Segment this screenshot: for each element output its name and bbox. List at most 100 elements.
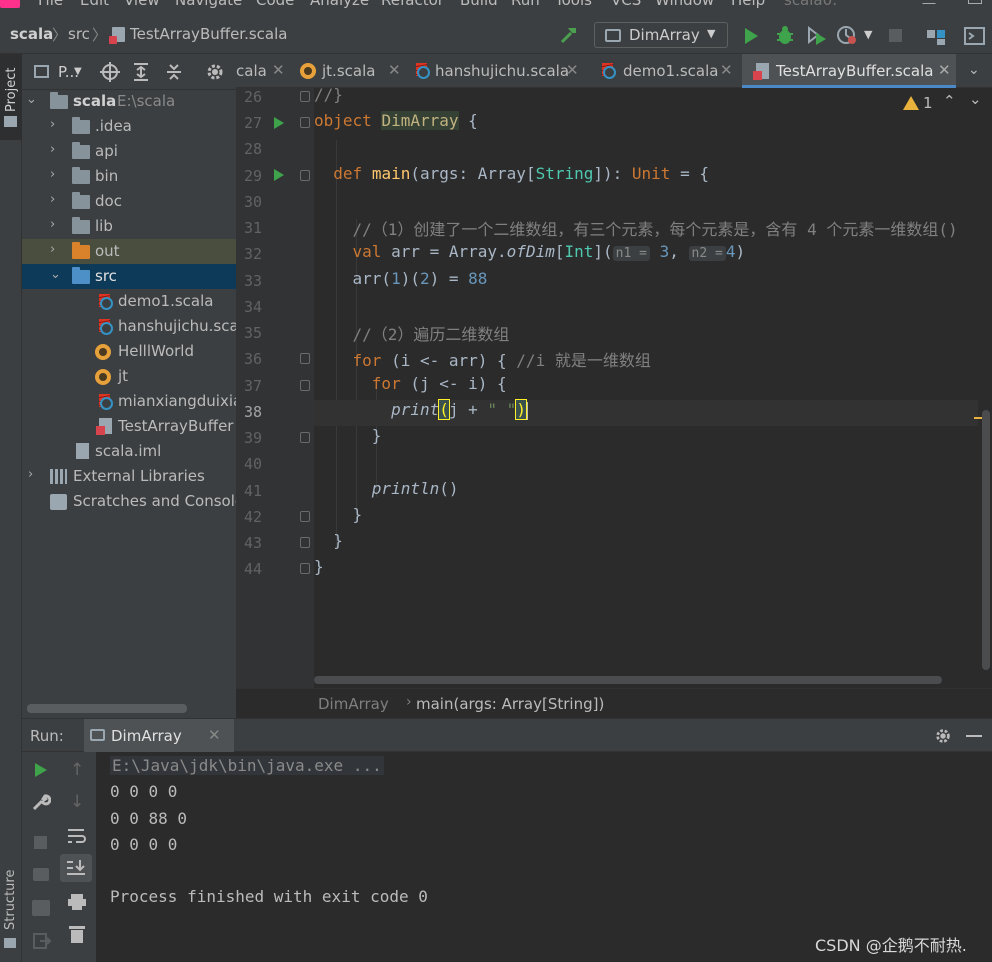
menu-build[interactable]: Build xyxy=(460,0,498,9)
breadcrumb-project[interactable]: scala xyxy=(10,25,53,43)
maximize-icon[interactable] xyxy=(968,0,982,4)
chevron-up-icon[interactable]: ⌃ xyxy=(943,92,956,110)
chevron-right-icon[interactable]: › xyxy=(50,192,55,207)
tab-partial[interactable]: cala ✕ xyxy=(236,54,292,88)
tree-item[interactable]: › bin xyxy=(22,164,236,189)
tree-item[interactable]: TestArrayBuffer xyxy=(22,414,236,439)
breadcrumb-method[interactable]: main(args: Array[String]) xyxy=(416,695,604,713)
build-hammer-icon[interactable] xyxy=(558,24,580,46)
fold-marker-icon[interactable] xyxy=(300,170,310,181)
run-console[interactable]: E:\Java\jdk\bin\java.exe ... 0 0 0 0 0 0… xyxy=(96,752,992,962)
fold-marker-icon[interactable] xyxy=(300,563,310,574)
trash-icon[interactable] xyxy=(68,924,86,944)
run-gutter-icon[interactable] xyxy=(274,117,284,129)
fold-marker-icon[interactable] xyxy=(300,432,310,443)
tree-item[interactable]: HelllWorld xyxy=(22,339,236,364)
run-configuration-dropdown[interactable]: DimArray ▼ xyxy=(594,22,728,48)
expand-all-icon[interactable] xyxy=(132,62,150,82)
chevron-right-icon[interactable]: › xyxy=(50,242,55,257)
fold-marker-icon[interactable] xyxy=(300,537,310,548)
project-structure-icon[interactable] xyxy=(926,26,948,46)
tree-item[interactable]: mianxiangduixia xyxy=(22,389,236,414)
profiler-icon[interactable] xyxy=(836,24,858,46)
menu-refactor[interactable]: Refactor xyxy=(381,0,444,9)
editor-vertical-scrollbar[interactable] xyxy=(982,410,990,670)
chevron-down-icon[interactable]: ⌄ xyxy=(968,62,980,78)
breadcrumb-folder[interactable]: src xyxy=(68,25,90,43)
fold-marker-icon[interactable] xyxy=(300,380,310,391)
chevron-right-icon[interactable]: › xyxy=(50,167,55,182)
tree-item[interactable]: scala.iml xyxy=(22,439,236,464)
chevron-right-icon[interactable]: › xyxy=(50,117,55,132)
tree-item[interactable]: › doc xyxy=(22,189,236,214)
fold-marker-icon[interactable] xyxy=(300,353,310,364)
tree-item[interactable]: jt xyxy=(22,364,236,389)
close-icon[interactable]: ✕ xyxy=(720,61,733,79)
run-gutter-icon[interactable] xyxy=(274,169,284,181)
print-icon[interactable] xyxy=(66,892,88,912)
chevron-down-icon[interactable]: ⌄ xyxy=(50,267,61,282)
stop-icon[interactable] xyxy=(34,836,47,849)
fold-marker-icon[interactable] xyxy=(300,511,310,522)
chevron-down-icon[interactable]: ▼ xyxy=(74,66,82,77)
run-icon[interactable] xyxy=(743,27,759,45)
collapse-all-icon[interactable] xyxy=(165,62,183,82)
stop-icon[interactable] xyxy=(889,29,902,42)
close-icon[interactable]: ✕ xyxy=(566,61,579,79)
wrench-icon[interactable] xyxy=(31,792,51,812)
tab-testarraybuffer-active[interactable]: TestArrayBuffer.scala ✕ xyxy=(742,54,956,88)
breadcrumb-object[interactable]: DimArray xyxy=(318,695,389,713)
tree-item[interactable]: › .idea xyxy=(22,114,236,139)
close-icon[interactable]: ✕ xyxy=(208,726,221,744)
tab-jt[interactable]: jt.scala ✕ xyxy=(296,54,406,88)
camera-icon[interactable] xyxy=(33,868,49,881)
tree-item-src-selected[interactable]: ⌄ src xyxy=(22,264,236,289)
arrow-down-icon[interactable]: ↓ xyxy=(70,792,84,812)
fold-marker-icon[interactable] xyxy=(300,91,310,102)
settings-restore-icon[interactable] xyxy=(32,900,50,916)
locate-icon[interactable] xyxy=(100,62,120,82)
tree-item[interactable]: › api xyxy=(22,139,236,164)
menu-window[interactable]: Window xyxy=(655,0,714,9)
tab-demo1[interactable]: demo1.scala ✕ xyxy=(594,54,740,88)
project-panel-scrollbar[interactable] xyxy=(27,704,187,713)
chevron-right-icon[interactable]: › xyxy=(50,142,55,157)
chevron-right-icon[interactable]: › xyxy=(28,467,33,482)
menu-navigate[interactable]: Navigate xyxy=(175,0,242,9)
code-editor[interactable]: //} object DimArray { def main(args: Arr… xyxy=(314,88,978,678)
menu-help[interactable]: Help xyxy=(731,0,765,9)
exit-icon[interactable] xyxy=(32,932,52,950)
project-tool-window-tab[interactable]: Project xyxy=(0,54,22,140)
gear-icon[interactable] xyxy=(205,62,225,82)
menu-view[interactable]: View xyxy=(124,0,160,9)
run-with-coverage-icon[interactable] xyxy=(806,25,828,45)
fold-marker-icon[interactable] xyxy=(300,117,310,128)
tree-item[interactable]: › External Libraries xyxy=(22,464,236,489)
hide-panel-icon[interactable] xyxy=(966,735,982,737)
tab-hanshujichu[interactable]: hanshujichu.scala ✕ xyxy=(408,54,588,88)
menu-tools[interactable]: Tools xyxy=(555,0,592,9)
chevron-down-icon[interactable]: ▼ xyxy=(864,28,872,41)
tree-item[interactable]: demo1.scala xyxy=(22,289,236,314)
menu-edit[interactable]: Edit xyxy=(80,0,109,9)
tree-root-scala[interactable]: ⌄ scala E:\scala xyxy=(22,89,236,114)
menu-analyze[interactable]: Analyze xyxy=(310,0,369,9)
chevron-right-icon[interactable]: › xyxy=(50,217,55,232)
menu-file[interactable]: File xyxy=(38,0,63,9)
chevron-down-icon[interactable]: ⌄ xyxy=(26,92,37,107)
tree-item[interactable]: › lib xyxy=(22,214,236,239)
breadcrumb-file[interactable]: TestArrayBuffer.scala xyxy=(130,25,287,43)
chevron-down-icon[interactable]: ⌄ xyxy=(969,90,982,108)
close-icon[interactable]: ✕ xyxy=(388,61,401,79)
rerun-icon[interactable] xyxy=(34,762,48,778)
tree-item-out[interactable]: › out xyxy=(22,239,236,264)
menu-run[interactable]: Run xyxy=(511,0,540,9)
terminal-icon[interactable] xyxy=(964,26,986,46)
close-icon[interactable]: ✕ xyxy=(272,61,285,79)
arrow-up-icon[interactable]: ↑ xyxy=(70,760,84,780)
menu-vcs[interactable]: VCS xyxy=(611,0,641,9)
tree-item[interactable]: hanshujichu.scal xyxy=(22,314,236,339)
run-tab-dimarray[interactable]: DimArray ✕ xyxy=(84,719,234,753)
minimize-icon[interactable] xyxy=(922,0,936,4)
debug-icon[interactable] xyxy=(775,25,795,45)
